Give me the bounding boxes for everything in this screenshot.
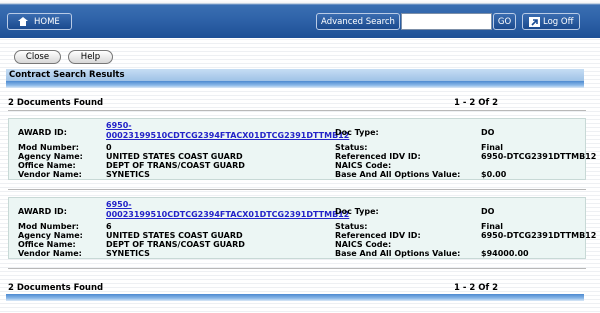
log-off-button[interactable]: Log Off	[522, 13, 580, 30]
search-input[interactable]	[401, 13, 492, 30]
result-record: AWARD ID: 6950- 00023199510CDTCG2394FTAC…	[8, 118, 596, 180]
doc-type-label: Doc Type:	[335, 207, 379, 216]
results-range: 1 - 2 Of 2	[454, 98, 499, 108]
results-header-bar: Contract Search Results	[6, 69, 584, 81]
help-button[interactable]: Help	[68, 50, 113, 64]
base-value-value: $0.00	[481, 170, 507, 179]
award-id-line-1: 6950-	[106, 200, 132, 209]
record-divider	[8, 189, 586, 190]
advanced-search-button[interactable]: Advanced Search	[316, 13, 400, 30]
base-value-label: Base And All Options Value:	[335, 170, 461, 179]
log-off-label: Log Off	[543, 17, 574, 27]
documents-found-count: 2 Documents Found	[8, 283, 104, 293]
referenced-idv-id-value: 6950-DTCG2391DTTMB12	[481, 231, 597, 240]
result-record: AWARD ID: 6950- 00023199510CDTCG2394FTAC…	[8, 197, 596, 259]
home-label: HOME	[34, 17, 60, 27]
home-icon	[18, 17, 28, 26]
vendor-name-value: SYNETICS	[106, 249, 150, 258]
award-id-line-1: 6950-	[106, 121, 132, 130]
section-divider	[8, 110, 586, 111]
advanced-search-label: Advanced Search	[321, 17, 395, 27]
award-id-line-2: 00023199510CDTCG2394FTACX01DTCG2391DTTMB…	[106, 130, 350, 140]
home-button[interactable]: HOME	[7, 13, 72, 30]
base-value-label: Base And All Options Value:	[335, 249, 461, 258]
vendor-name-label: Vendor Name:	[18, 170, 82, 179]
base-value-value: $94000.00	[481, 249, 529, 258]
award-id-label: AWARD ID:	[18, 207, 67, 216]
go-label: GO	[497, 17, 512, 27]
arrow-up-right-icon	[529, 17, 540, 27]
award-id-label: AWARD ID:	[18, 128, 67, 137]
vendor-name-label: Vendor Name:	[18, 249, 82, 258]
top-nav-bar: HOME Advanced Search GO Log Off	[0, 0, 600, 38]
results-summary-bottom: 2 Documents Found 1 - 2 Of 2	[8, 283, 586, 294]
vendor-name-value: SYNETICS	[106, 170, 150, 179]
results-summary-top: 2 Documents Found 1 - 2 Of 2	[8, 98, 586, 109]
header-divider-band	[6, 81, 584, 88]
results-range: 1 - 2 Of 2	[454, 283, 499, 293]
help-label: Help	[80, 52, 101, 62]
close-button[interactable]: Close	[14, 50, 61, 64]
close-label: Close	[25, 52, 50, 62]
referenced-idv-id-value: 6950-DTCG2391DTTMB12	[481, 152, 597, 161]
award-id-line-2: 00023199510CDTCG2394FTACX01DTCG2391DTTMB…	[106, 209, 350, 219]
documents-found-count: 2 Documents Found	[8, 98, 104, 108]
section-divider	[8, 268, 586, 269]
doc-type-value: DO	[481, 207, 495, 216]
results-header-title: Contract Search Results	[9, 70, 125, 80]
go-button[interactable]: GO	[493, 13, 516, 30]
footer-divider-band	[6, 294, 584, 301]
award-id-link[interactable]: 6950- 00023199510CDTCG2394FTACX01DTCG239…	[106, 200, 349, 219]
award-id-link[interactable]: 6950- 00023199510CDTCG2394FTACX01DTCG239…	[106, 121, 349, 140]
doc-type-label: Doc Type:	[335, 128, 379, 137]
doc-type-value: DO	[481, 128, 495, 137]
